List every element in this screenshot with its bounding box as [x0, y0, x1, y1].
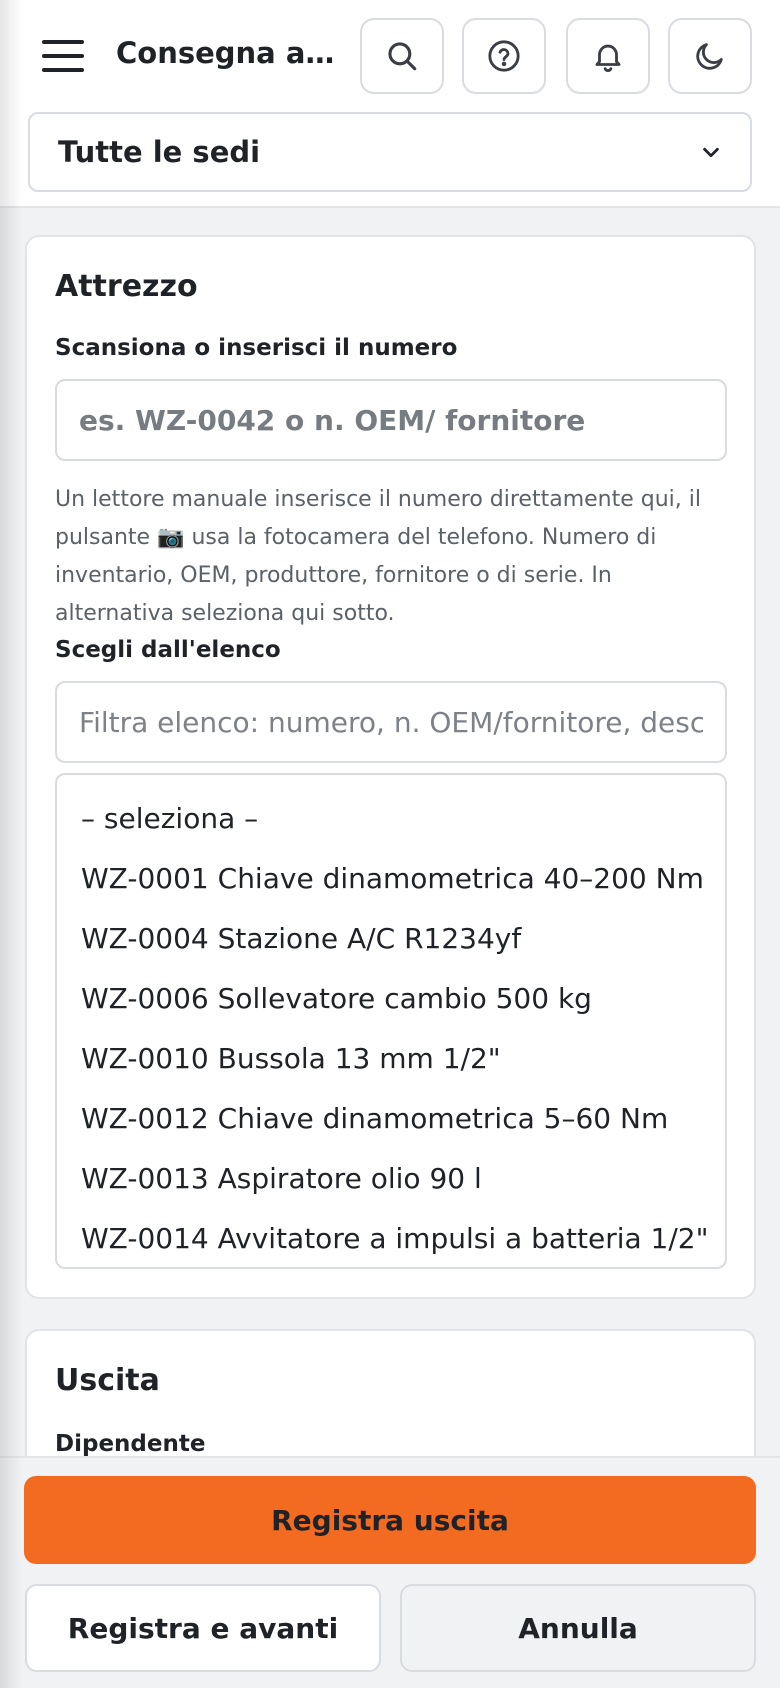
page: Consegna attrezzo T: [0, 0, 780, 1688]
filter-input[interactable]: [55, 681, 727, 763]
list-option[interactable]: WZ-0014 Avvitatore a impulsi a batteria …: [57, 1209, 725, 1267]
help-icon: [488, 40, 520, 72]
chevron-down-icon: [703, 147, 719, 158]
list-option[interactable]: WZ-0012 Chiave dinamometrica 5–60 Nm: [57, 1089, 725, 1149]
tool-listbox[interactable]: – seleziona – WZ-0001 Chiave dinamometri…: [55, 773, 727, 1269]
tool-card-title: Attrezzo: [55, 269, 198, 304]
scan-input[interactable]: [55, 379, 727, 461]
tool-card: Attrezzo Scansiona o inserisci il numero…: [25, 235, 756, 1299]
list-option[interactable]: WZ-0006 Sollevatore cambio 500 kg: [57, 969, 725, 1029]
employee-label: Dipendente: [55, 1431, 206, 1457]
register-checkout-button[interactable]: Registra uscita: [24, 1476, 756, 1564]
site-select[interactable]: Tutte le sedi: [28, 112, 752, 192]
help-button[interactable]: [462, 18, 546, 94]
scan-help-text: Un lettore manuale inserisce il numero d…: [55, 487, 701, 626]
checkout-card-title: Uscita: [55, 1363, 160, 1398]
list-option[interactable]: WZ-0013 Aspiratore olio 90 l: [57, 1149, 725, 1209]
search-button[interactable]: [360, 18, 444, 94]
action-bar: Registra uscita Registra e avanti Annull…: [0, 1456, 780, 1688]
register-and-next-button[interactable]: Registra e avanti: [25, 1584, 381, 1672]
list-option[interactable]: WZ-0001 Chiave dinamometrica 40–200 Nm: [57, 849, 725, 909]
hamburger-icon[interactable]: [42, 40, 84, 72]
notifications-button[interactable]: [566, 18, 650, 94]
bell-icon: [595, 44, 621, 72]
list-option[interactable]: WZ-0010 Bussola 13 mm 1/2": [57, 1029, 725, 1089]
search-icon: [388, 42, 417, 71]
list-option-placeholder[interactable]: – seleziona –: [57, 789, 725, 849]
site-select-value: Tutte le sedi: [58, 135, 261, 169]
moon-icon: [696, 43, 723, 70]
list-label: Scegli dall'elenco: [55, 637, 281, 663]
edge-shade: [0, 0, 22, 1688]
theme-toggle-button[interactable]: [668, 18, 752, 94]
scan-label: Scansiona o inserisci il numero: [55, 335, 458, 361]
cancel-button[interactable]: Annulla: [400, 1584, 756, 1672]
list-option[interactable]: WZ-0004 Stazione A/C R1234yf: [57, 909, 725, 969]
top-bar: Consegna attrezzo T: [0, 0, 780, 208]
page-title: Consegna attrezzo: [116, 36, 346, 70]
